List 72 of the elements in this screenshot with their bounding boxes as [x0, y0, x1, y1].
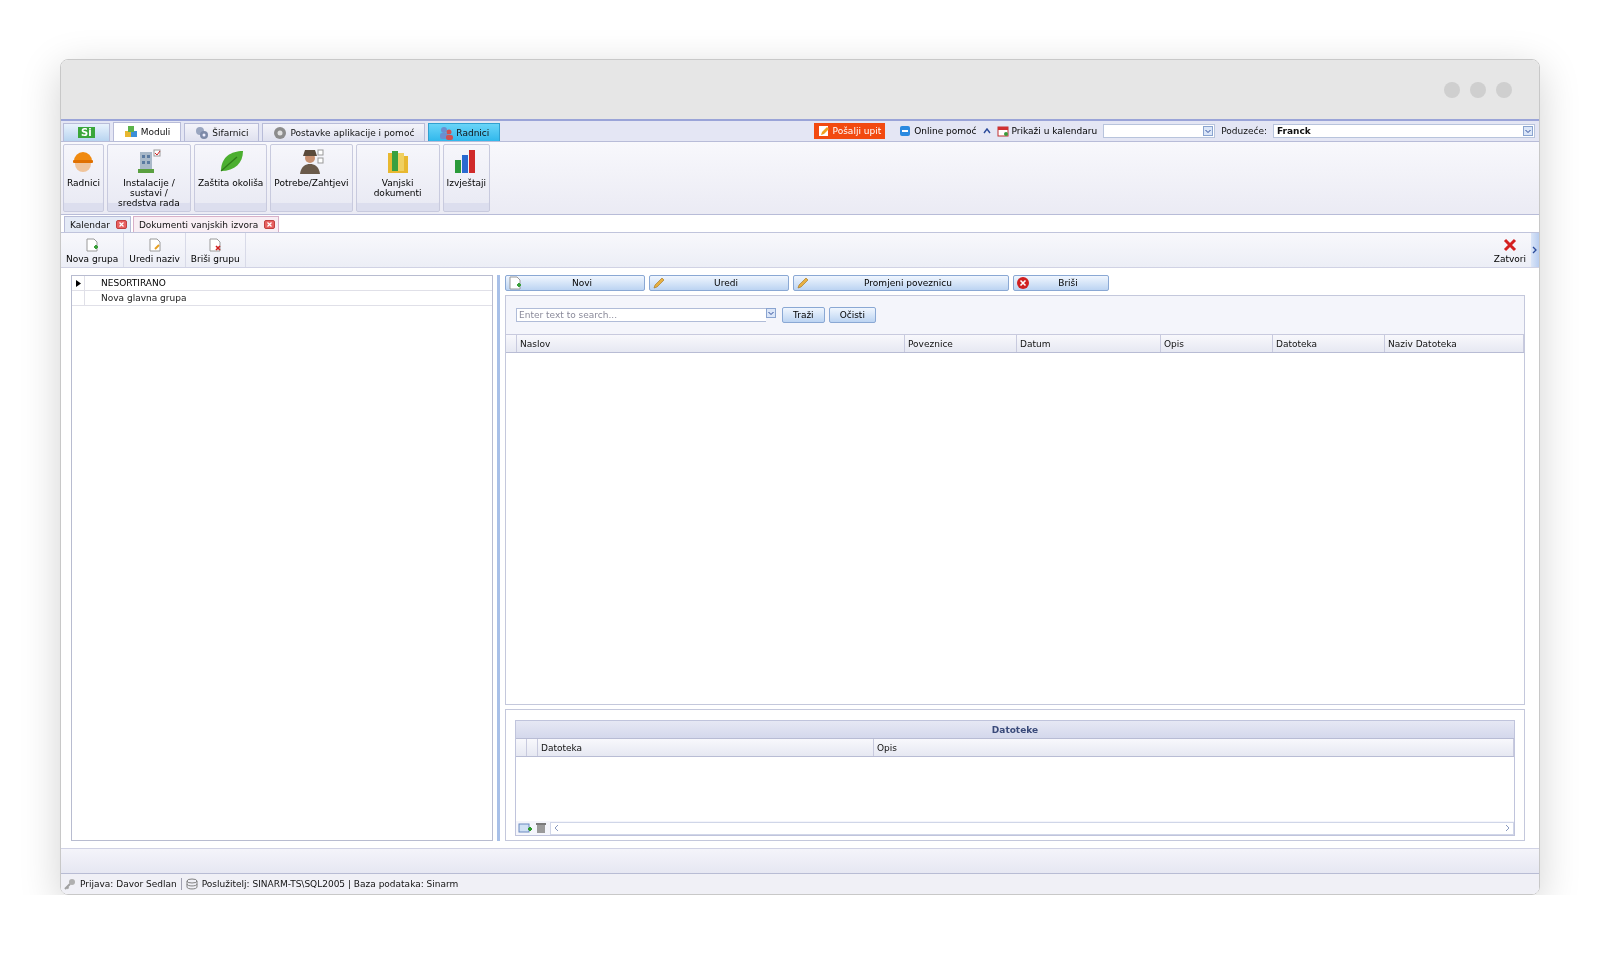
- tree-row[interactable]: NESORTIRANO: [72, 276, 492, 291]
- ribbon-button[interactable]: Izvještaji: [443, 145, 490, 190]
- scroll-left-icon: [553, 824, 559, 832]
- add-row-icon[interactable]: [518, 822, 532, 834]
- ribbon-tab[interactable]: Radnici: [428, 123, 501, 141]
- column-header[interactable]: Naslov: [517, 335, 905, 352]
- ribbon-tab[interactable]: Šifarnici: [184, 123, 260, 141]
- new-document-icon: [508, 276, 522, 290]
- company-label: Poduzeće:: [1221, 126, 1267, 136]
- toolbar-button[interactable]: Nova grupa: [61, 233, 125, 267]
- column-header[interactable]: Datoteka: [1273, 335, 1385, 352]
- action-button[interactable]: Briši: [1013, 275, 1109, 291]
- column-header[interactable]: Naziv Datoteka: [1385, 335, 1524, 352]
- person-icon: [297, 147, 326, 175]
- search-button[interactable]: Očisti: [828, 307, 876, 323]
- delete-icon: [1016, 276, 1030, 290]
- toolbar-button[interactable]: Uredi naziv: [124, 233, 186, 267]
- action-button[interactable]: Promjeni poveznicu: [793, 275, 1009, 291]
- pencil-icon: [796, 276, 810, 290]
- document-tab[interactable]: Kalendar: [64, 216, 131, 232]
- ribbon-tab[interactable]: Postavke aplikacije i pomoć: [262, 123, 426, 141]
- column-header[interactable]: Datum: [1017, 335, 1161, 352]
- close-icon[interactable]: [264, 220, 276, 229]
- calendar-icon: [996, 125, 1009, 137]
- search-button[interactable]: Traži: [782, 307, 825, 323]
- ribbon-button[interactable]: Vanjski dokumenti: [356, 145, 439, 200]
- edit-document-icon: [147, 238, 162, 252]
- action-button[interactable]: Novi: [505, 275, 645, 291]
- delete-document-icon: [208, 238, 223, 252]
- scroll-right-button[interactable]: [1531, 233, 1539, 267]
- new-document-icon: [85, 238, 100, 252]
- pencil-icon: [817, 125, 830, 137]
- dropdown-icon: [1203, 126, 1214, 136]
- column-header[interactable]: Opis: [1161, 335, 1273, 352]
- people-icon: [439, 125, 454, 140]
- cubes-icon: [123, 125, 138, 139]
- online-help-button[interactable]: Online pomoć: [899, 125, 977, 137]
- gear-icon: [273, 125, 288, 140]
- ribbon-button[interactable]: Radnici: [64, 145, 103, 190]
- toolbar-button[interactable]: Briši grupu: [185, 233, 246, 267]
- search-field[interactable]: Enter text to search...: [516, 308, 766, 322]
- close-button[interactable]: Zatvori: [1488, 233, 1531, 267]
- close-icon: [1502, 238, 1517, 252]
- ribbon-button[interactable]: Potrebe/Zahtjevi: [271, 145, 352, 190]
- tree-row[interactable]: Nova glavna grupa: [72, 291, 492, 306]
- dropdown-icon: [1523, 126, 1533, 136]
- column-header[interactable]: Opis: [874, 739, 1514, 756]
- company-dropdown[interactable]: Franck: [1273, 124, 1535, 138]
- column-header[interactable]: Poveznice: [905, 335, 1017, 352]
- document-tab[interactable]: Dokumenti vanjskih izvora: [132, 216, 280, 232]
- ribbon-button[interactable]: Instalacije / sustavi / sredstva rada: [107, 145, 190, 210]
- send-query-button[interactable]: Pošalji upit: [813, 123, 886, 139]
- scroll-right-icon: [1505, 824, 1511, 832]
- gears-icon: [195, 125, 210, 140]
- key-icon: [64, 878, 76, 890]
- show-in-calendar-button[interactable]: Prikaži u kalendaru: [996, 125, 1098, 137]
- database-icon: [185, 878, 198, 890]
- pencil-icon: [652, 276, 666, 290]
- column-header[interactable]: Datoteka: [538, 739, 874, 756]
- ribbon-button[interactable]: Zaštita okoliša: [194, 145, 267, 190]
- collapse-caret-icon: [982, 127, 991, 135]
- horizontal-scrollbar[interactable]: [550, 821, 1514, 835]
- bin-icon[interactable]: [535, 822, 547, 834]
- row-pointer-icon: [75, 279, 81, 287]
- action-button[interactable]: Uredi: [649, 275, 789, 291]
- close-icon[interactable]: [115, 220, 127, 229]
- status-text: Prijava: Davor Sedlan: [80, 879, 177, 889]
- chevron-icon: [1532, 246, 1538, 254]
- ribbon-tab[interactable]: Moduli: [112, 122, 182, 141]
- calendar-dropdown[interactable]: [1103, 124, 1216, 138]
- status-text: Poslužitelj: SINARM-TS\SQL2005 | Baza podataka: Sinarm: [201, 879, 459, 889]
- panel-title: Datoteke: [516, 721, 1514, 738]
